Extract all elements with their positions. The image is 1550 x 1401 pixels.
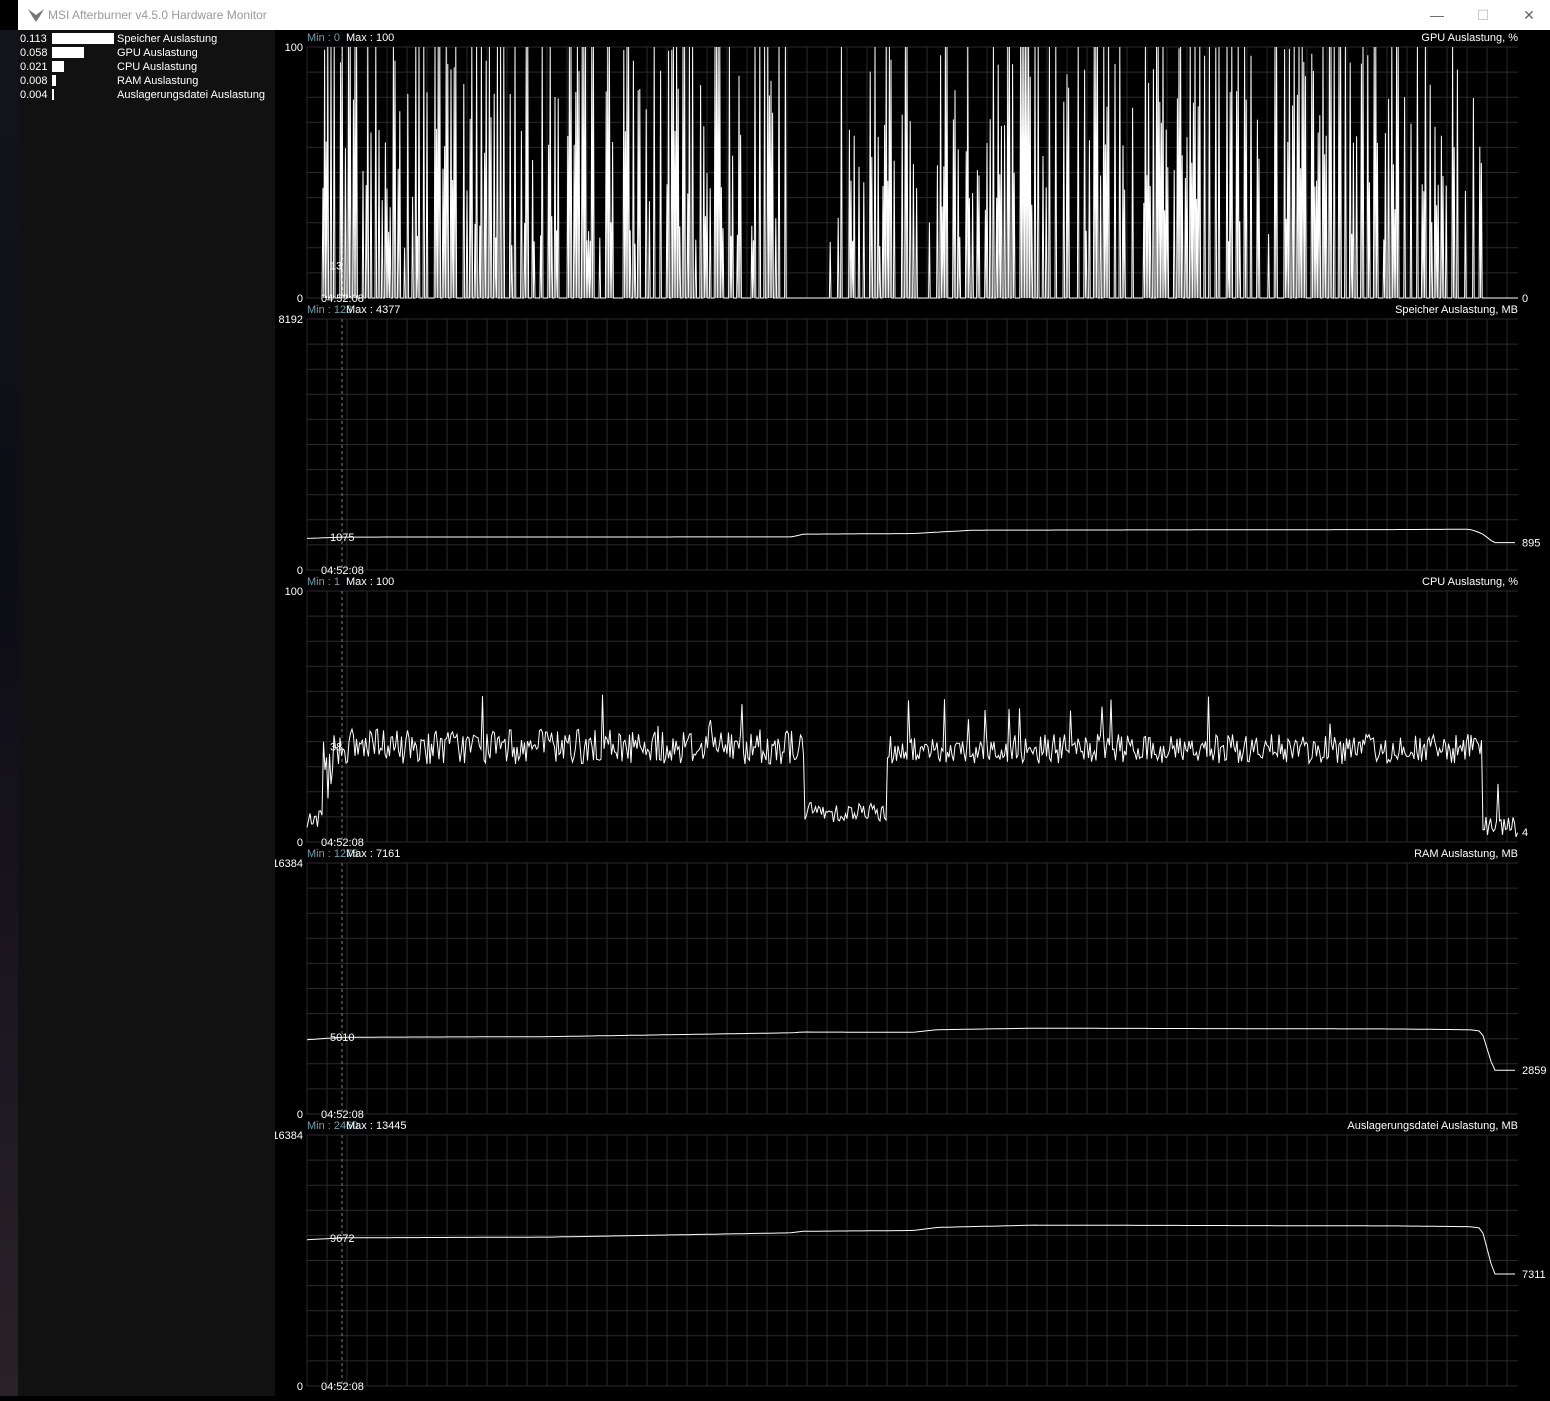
desktop-background: [0, 30, 18, 1396]
y-axis-max-label: 100: [285, 586, 303, 598]
graph-panel: [306, 1134, 1518, 1387]
y-axis-min-label: 0: [297, 837, 303, 849]
graph-panel: [306, 46, 1518, 299]
legend-value: 0.113: [20, 33, 47, 45]
graph-title: Speicher Auslastung, MB: [1395, 304, 1518, 316]
current-value-label: 2859: [1522, 1065, 1546, 1077]
graph-min-label: Min : 1: [307, 576, 340, 588]
graph-max-label: Max : 100: [346, 576, 394, 588]
legend-label: CPU Auslastung: [117, 61, 198, 73]
legend-label: RAM Auslastung: [117, 75, 199, 87]
cursor-value-label: 9672: [330, 1233, 354, 1245]
graph-title: CPU Auslastung, %: [1422, 576, 1518, 588]
y-axis-max-label: 16384: [275, 1130, 303, 1142]
graph-max-label: Max : 7161: [346, 848, 400, 860]
graph-title: GPU Auslastung, %: [1421, 32, 1518, 44]
minimize-button[interactable]: —: [1414, 0, 1460, 30]
y-axis-min-label: 0: [297, 1109, 303, 1121]
current-value-label: 895: [1522, 538, 1540, 550]
close-button[interactable]: ✕: [1506, 0, 1550, 30]
graph-panel: [306, 590, 1518, 843]
data-series-line: [306, 528, 1515, 544]
minimize-icon: —: [1430, 7, 1444, 23]
legend-value: 0.004: [20, 89, 48, 101]
legend-panel: 0.113 Speicher Auslastung 0.058 GPU Ausl…: [18, 30, 275, 1396]
legend-value: 0.021: [20, 61, 48, 73]
afterburner-logo-icon: [28, 9, 44, 22]
current-value-label: 7311: [1522, 1269, 1546, 1281]
graph-title: RAM Auslastung, MB: [1414, 848, 1518, 860]
maximize-button[interactable]: ☐: [1460, 0, 1506, 30]
close-icon: ✕: [1523, 6, 1535, 23]
cursor-value-label: 1075: [330, 532, 354, 544]
graph-panel: [306, 318, 1518, 571]
legend-label: Auslagerungsdatei Auslastung: [117, 89, 265, 101]
legend-bar: [52, 47, 84, 58]
monitor-graphs[interactable]: Min : 0 Max : 100 GPU Auslastung, % 100 0 04:…: [272, 30, 1550, 1396]
cursor-value-label: 13: [330, 260, 342, 272]
legend-bar: [52, 75, 56, 86]
y-axis-min-label: 0: [297, 565, 303, 577]
legend-bar: [52, 33, 114, 44]
current-value-label: 4: [1522, 827, 1528, 839]
graph-area[interactable]: Min : 0 Max : 100 GPU Auslastung, % 100 0 04:…: [272, 30, 1550, 1396]
y-axis-min-label: 0: [297, 293, 303, 305]
title-bar[interactable]: MSI Afterburner v4.5.0 Hardware Monitor …: [18, 0, 1550, 30]
time-label: 04:52:08: [321, 1381, 364, 1393]
y-axis-min-label: 0: [297, 1381, 303, 1393]
graph-max-label: Max : 13445: [346, 1120, 407, 1132]
legend-label: GPU Auslastung: [117, 47, 198, 59]
graph-min-label: Min : 0: [307, 32, 340, 44]
window-title: MSI Afterburner v4.5.0 Hardware Monitor: [48, 8, 267, 22]
legend-value: 0.058: [20, 47, 48, 59]
graph-title: Auslagerungsdatei Auslastung, MB: [1347, 1120, 1518, 1132]
y-axis-max-label: 100: [285, 42, 303, 54]
legend-label: Speicher Auslastung: [117, 33, 218, 45]
current-value-label: 0: [1522, 293, 1528, 305]
y-axis-max-label: 16384: [275, 858, 303, 870]
graph-panel: [306, 862, 1518, 1115]
cursor-value-label: 38: [330, 742, 342, 754]
legend-value: 0.008: [20, 75, 48, 87]
graph-max-label: Max : 4377: [346, 304, 400, 316]
maximize-icon: ☐: [1476, 6, 1490, 23]
data-series-line: [306, 1224, 1515, 1275]
y-axis-max-label: 8192: [279, 314, 303, 326]
legend-bar: [52, 89, 54, 100]
cursor-value-label: 5010: [330, 1032, 354, 1044]
legend-bar: [52, 61, 64, 72]
graph-max-label: Max : 100: [346, 32, 394, 44]
